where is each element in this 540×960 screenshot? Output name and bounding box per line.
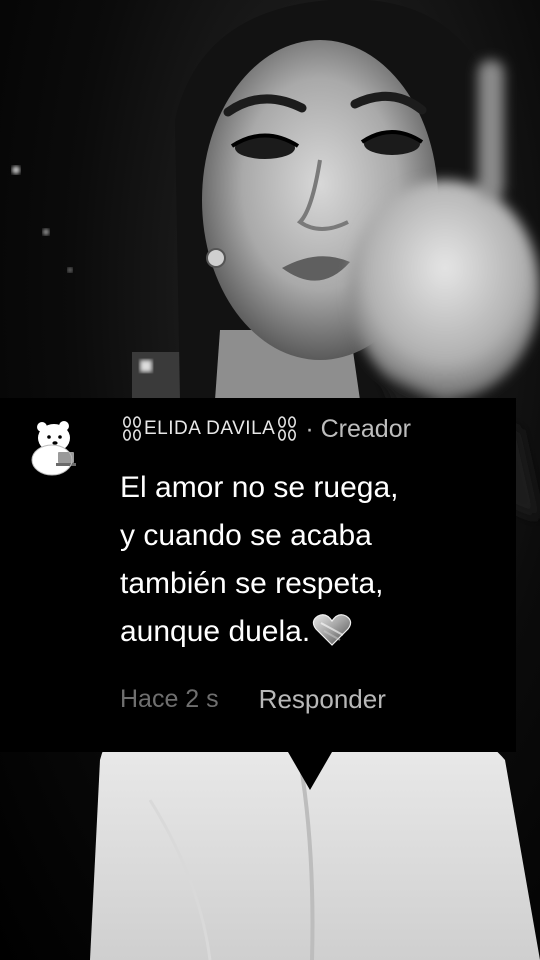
heart-icon — [312, 613, 352, 647]
comment-line: El amor no se ruega, — [120, 471, 399, 504]
comment-line: también se respeta, — [120, 567, 384, 600]
comment-line-last: aunque duela. — [120, 608, 500, 656]
comment-line: y cuando se acaba — [120, 519, 372, 552]
comment-header: ELIDA DAVILA · Creador — [120, 412, 411, 446]
chain-link-icon — [122, 415, 142, 443]
polar-bear-icon — [31, 421, 76, 476]
comment-line: aunque duela. — [120, 615, 311, 648]
user-avatar[interactable] — [22, 416, 84, 478]
reply-button[interactable]: Responder — [259, 684, 386, 715]
comment-card: ELIDA DAVILA · Creador El amor no se rue… — [0, 398, 516, 752]
comment-body: El amor no se ruega, y cuando se acaba t… — [120, 464, 500, 656]
chain-link-icon — [277, 415, 297, 443]
comment-meta: Hace 2 s Responder — [120, 684, 386, 715]
comment-username[interactable]: ELIDA DAVILA — [144, 418, 275, 440]
comment-timestamp: Hace 2 s — [120, 685, 219, 713]
comment-bubble-tail — [288, 752, 332, 790]
creator-badge: · Creador — [305, 414, 411, 443]
